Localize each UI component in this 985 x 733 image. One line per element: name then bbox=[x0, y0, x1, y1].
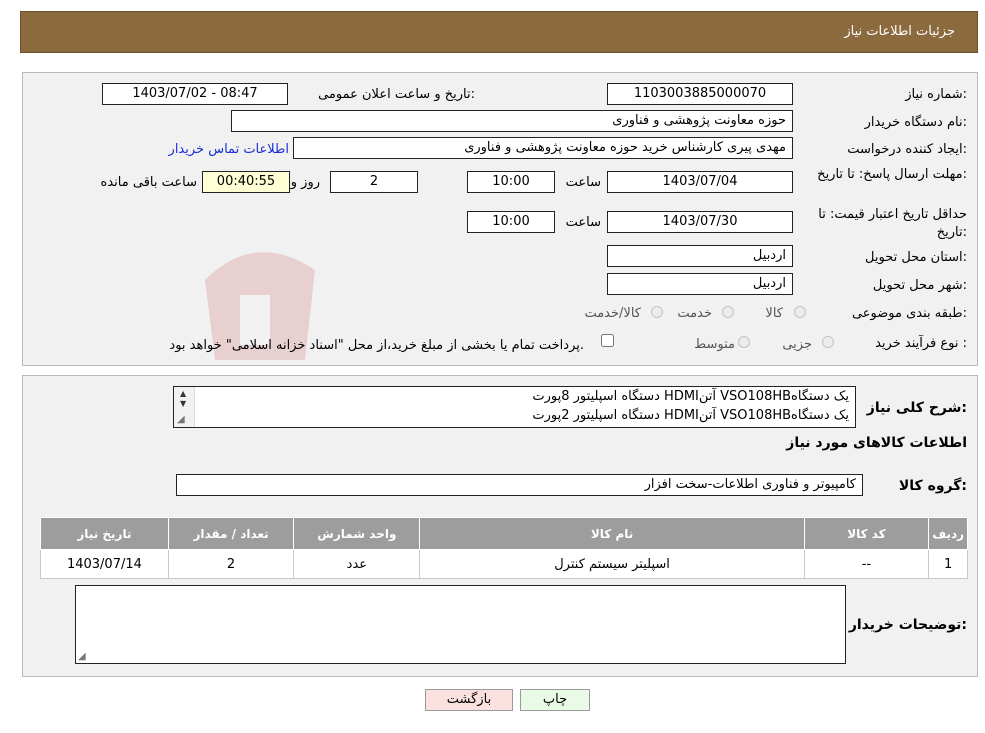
col-row-header: ردیف bbox=[928, 517, 968, 550]
deadline-time-label: ساعت bbox=[565, 175, 601, 190]
validity-time-label: ساعت bbox=[565, 215, 601, 230]
province-field: اردبیل bbox=[607, 245, 793, 267]
province-label: استان محل تحویل: bbox=[865, 250, 967, 265]
deadline-time-field: 10:00 bbox=[467, 171, 555, 193]
summary-line-2: دستگاه اسپلیتور 2پورت HDMIآتن VSO108HBیک… bbox=[532, 408, 849, 423]
announce-datetime-field: 1403/07/02 - 08:47 bbox=[102, 83, 288, 105]
purchase-option-medium: متوسط bbox=[694, 337, 735, 352]
buyer-notes-textarea[interactable]: ◢ bbox=[75, 585, 846, 664]
purchase-radio-minor[interactable] bbox=[822, 336, 834, 348]
goods-group-label: گروه کالا: bbox=[898, 478, 967, 494]
city-label: شهر محل تحویل: bbox=[872, 278, 967, 293]
cell-name: اسپلیتر سیستم کنترل bbox=[419, 549, 805, 579]
city-field: اردبیل bbox=[607, 273, 793, 295]
goods-info-title: اطلاعات کالاهای مورد نیاز bbox=[786, 435, 967, 451]
cell-code: -- bbox=[803, 549, 930, 579]
deadline-label: مهلت ارسال پاسخ: تا تاریخ: bbox=[817, 167, 967, 182]
category-radio-goods[interactable] bbox=[794, 306, 806, 318]
back-button[interactable]: بازگشت bbox=[425, 689, 513, 711]
remaining-time-field: 00:40:55 bbox=[202, 171, 290, 193]
resize-handle-icon[interactable]: ◢ bbox=[177, 414, 185, 425]
category-option-goods-service: کالا/خدمت bbox=[584, 306, 641, 321]
buyer-org-field: حوزه معاونت پژوهشی و فناوری bbox=[231, 110, 793, 132]
validity-time-field: 10:00 bbox=[467, 211, 555, 233]
category-radio-service[interactable] bbox=[722, 306, 734, 318]
scroll-down-icon[interactable]: ▼ bbox=[180, 399, 186, 408]
deadline-date-field: 1403/07/04 bbox=[607, 171, 793, 193]
goods-table: ردیف کد کالا نام کالا واحد شمارش تعداد /… bbox=[40, 517, 968, 579]
page-title: جزئیات اطلاعات نیاز bbox=[844, 24, 955, 39]
table-header-row: ردیف کد کالا نام کالا واحد شمارش تعداد /… bbox=[40, 517, 968, 550]
purchase-radio-medium[interactable] bbox=[738, 336, 750, 348]
category-option-service: خدمت bbox=[677, 306, 712, 321]
announce-label: تاریخ و ساعت اعلان عمومی: bbox=[318, 87, 475, 102]
category-radio-goods-service[interactable] bbox=[651, 306, 663, 318]
need-number-label: شماره نیاز: bbox=[905, 87, 967, 102]
resize-handle-icon[interactable]: ◢ bbox=[78, 651, 86, 662]
col-unit-header: واحد شمارش bbox=[293, 517, 421, 550]
goods-group-field: کامپیوتر و فناوری اطلاعات-سخت افزار bbox=[176, 474, 863, 496]
cell-date: 1403/07/14 bbox=[40, 549, 169, 579]
summary-line-1: دستگاه اسپلیتور 8پورت HDMIآتن VSO108HBیک… bbox=[532, 389, 849, 404]
summary-scrollbar[interactable]: ▲ ▼ ◢ bbox=[174, 387, 195, 427]
scroll-up-icon[interactable]: ▲ bbox=[180, 389, 186, 398]
purchase-type-label: نوع فرآیند خرید : bbox=[875, 336, 967, 351]
purchase-option-minor: جزیی bbox=[782, 337, 812, 352]
col-date-header: تاریخ نیاز bbox=[40, 517, 169, 550]
table-row: 1 -- اسپلیتر سیستم کنترل عدد 2 1403/07/1… bbox=[40, 549, 968, 579]
days-field: 2 bbox=[330, 171, 418, 193]
cell-qty: 2 bbox=[167, 549, 295, 579]
validity-label: حداقل تاریخ اعتبار قیمت: تا تاریخ: bbox=[818, 207, 967, 240]
page-header: جزئیات اطلاعات نیاز bbox=[20, 11, 978, 53]
creator-label: ایجاد کننده درخواست: bbox=[847, 142, 967, 157]
buyer-notes-label: توضیحات خریدار: bbox=[848, 617, 967, 633]
remaining-label: ساعت باقی مانده bbox=[100, 175, 197, 190]
days-label: روز و bbox=[290, 175, 320, 190]
summary-label: شرح کلی نیاز: bbox=[866, 400, 967, 416]
treasury-checkbox[interactable] bbox=[601, 334, 614, 347]
category-label: طبقه بندی موضوعی: bbox=[851, 306, 967, 321]
summary-textarea[interactable]: دستگاه اسپلیتور 8پورت HDMIآتن VSO108HBیک… bbox=[173, 386, 856, 428]
validity-date-field: 1403/07/30 bbox=[607, 211, 793, 233]
buyer-org-label: نام دستگاه خریدار: bbox=[864, 115, 967, 130]
print-button[interactable]: چاپ bbox=[520, 689, 590, 711]
col-name-header: نام کالا bbox=[419, 517, 805, 550]
buyer-contact-link[interactable]: اطلاعات تماس خریدار bbox=[169, 142, 289, 157]
col-qty-header: تعداد / مقدار bbox=[167, 517, 295, 550]
category-option-goods: کالا bbox=[765, 306, 783, 321]
col-code-header: کد کالا bbox=[803, 517, 930, 550]
purchase-note: پرداخت تمام یا بخشی از مبلغ خرید،از محل … bbox=[169, 338, 584, 353]
need-number-field: 1103003885000070 bbox=[607, 83, 793, 105]
creator-field: مهدی پیری کارشناس خرید حوزه معاونت پژوهش… bbox=[293, 137, 793, 159]
cell-row-number: 1 bbox=[928, 549, 968, 579]
cell-unit: عدد bbox=[293, 549, 421, 579]
